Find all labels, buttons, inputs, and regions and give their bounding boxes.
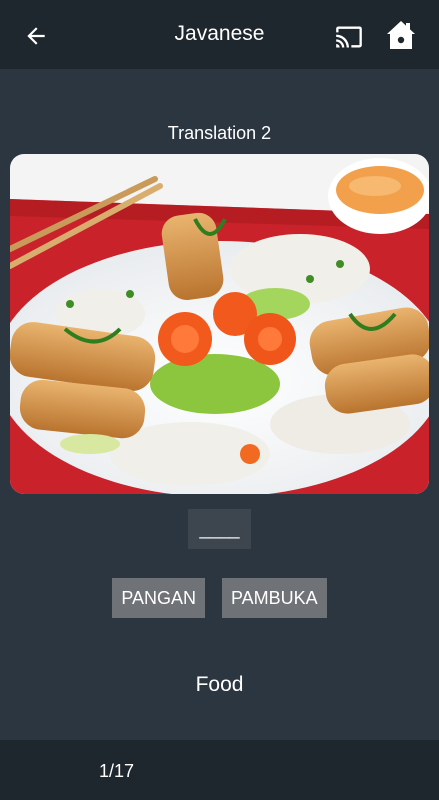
- progress-counter: 1/17: [99, 761, 135, 781]
- choice-list: PANGAN PAMBUKA: [0, 578, 439, 618]
- home-icon: [387, 21, 415, 49]
- page-title: Javanese: [174, 22, 265, 45]
- bottom-bar: 1/17: [0, 740, 439, 800]
- home-button[interactable]: [383, 17, 419, 53]
- english-meaning: Food: [195, 673, 244, 696]
- cast-button[interactable]: [333, 21, 365, 53]
- lesson-subtitle: Translation 2: [167, 123, 272, 143]
- choice-button[interactable]: PAMBUKA: [222, 578, 327, 618]
- app-bar: Javanese: [0, 0, 439, 69]
- food-image: [10, 154, 429, 494]
- choice-button[interactable]: PANGAN: [112, 578, 205, 618]
- cast-icon: [336, 26, 362, 48]
- answer-blank: ____: [188, 509, 251, 549]
